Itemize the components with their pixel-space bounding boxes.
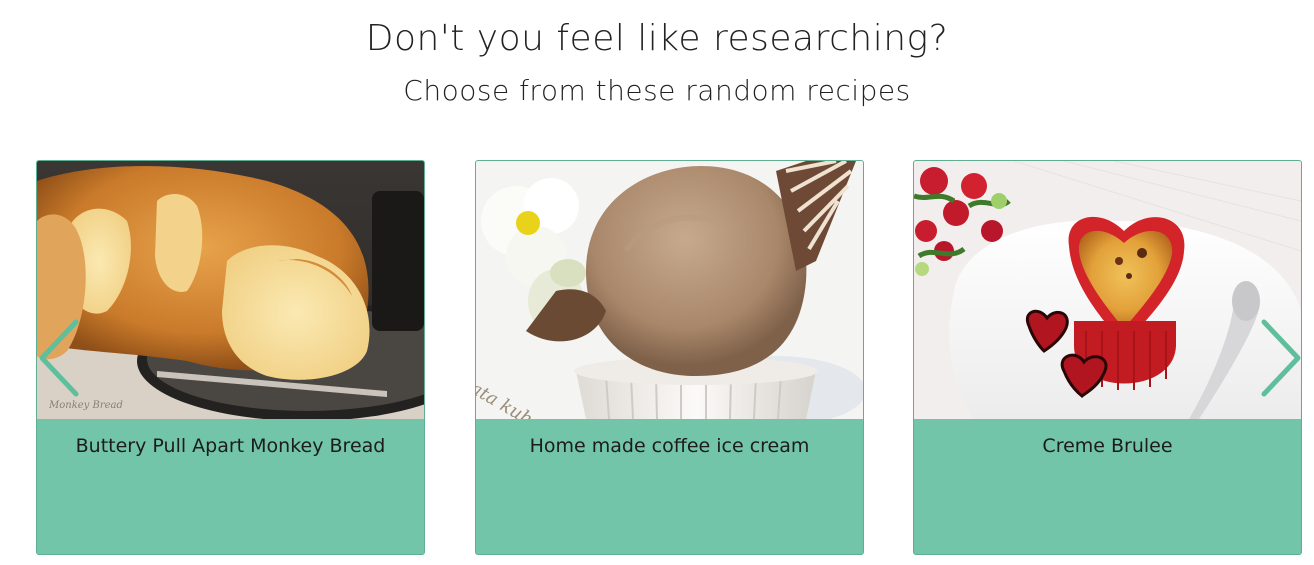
recipe-card-body: Home made coffee ice cream	[476, 419, 863, 554]
recipe-card-body: Creme Brulee	[914, 419, 1301, 554]
carousel-next-button[interactable]	[1256, 318, 1304, 398]
recipe-card[interactable]: Monkey Bread Buttery Pull Apart Monkey B…	[36, 160, 425, 555]
recipe-title[interactable]: Home made coffee ice cream	[476, 435, 863, 457]
page-title: Don't you feel like researching?	[365, 18, 949, 59]
chevron-left-icon	[39, 319, 79, 397]
recipe-card[interactable]: Lata kuhanja Home made coffee ice cream	[475, 160, 864, 555]
recipe-image-coffee-ice-cream[interactable]: Lata kuhanja	[476, 161, 863, 419]
image-watermark: Monkey Bread	[48, 400, 123, 411]
recipe-image-creme-brulee[interactable]	[914, 161, 1301, 419]
page-subtitle: Choose from these random recipes	[403, 74, 911, 107]
recipe-image-monkey-bread[interactable]: Monkey Bread	[37, 161, 424, 419]
carousel-prev-button[interactable]	[36, 318, 84, 398]
chevron-right-icon	[1261, 319, 1301, 397]
recipe-card-body: Buttery Pull Apart Monkey Bread	[37, 419, 424, 554]
recipe-title[interactable]: Creme Brulee	[914, 435, 1301, 457]
recipe-card[interactable]: Creme Brulee	[913, 160, 1302, 555]
recipe-title[interactable]: Buttery Pull Apart Monkey Bread	[37, 435, 424, 457]
